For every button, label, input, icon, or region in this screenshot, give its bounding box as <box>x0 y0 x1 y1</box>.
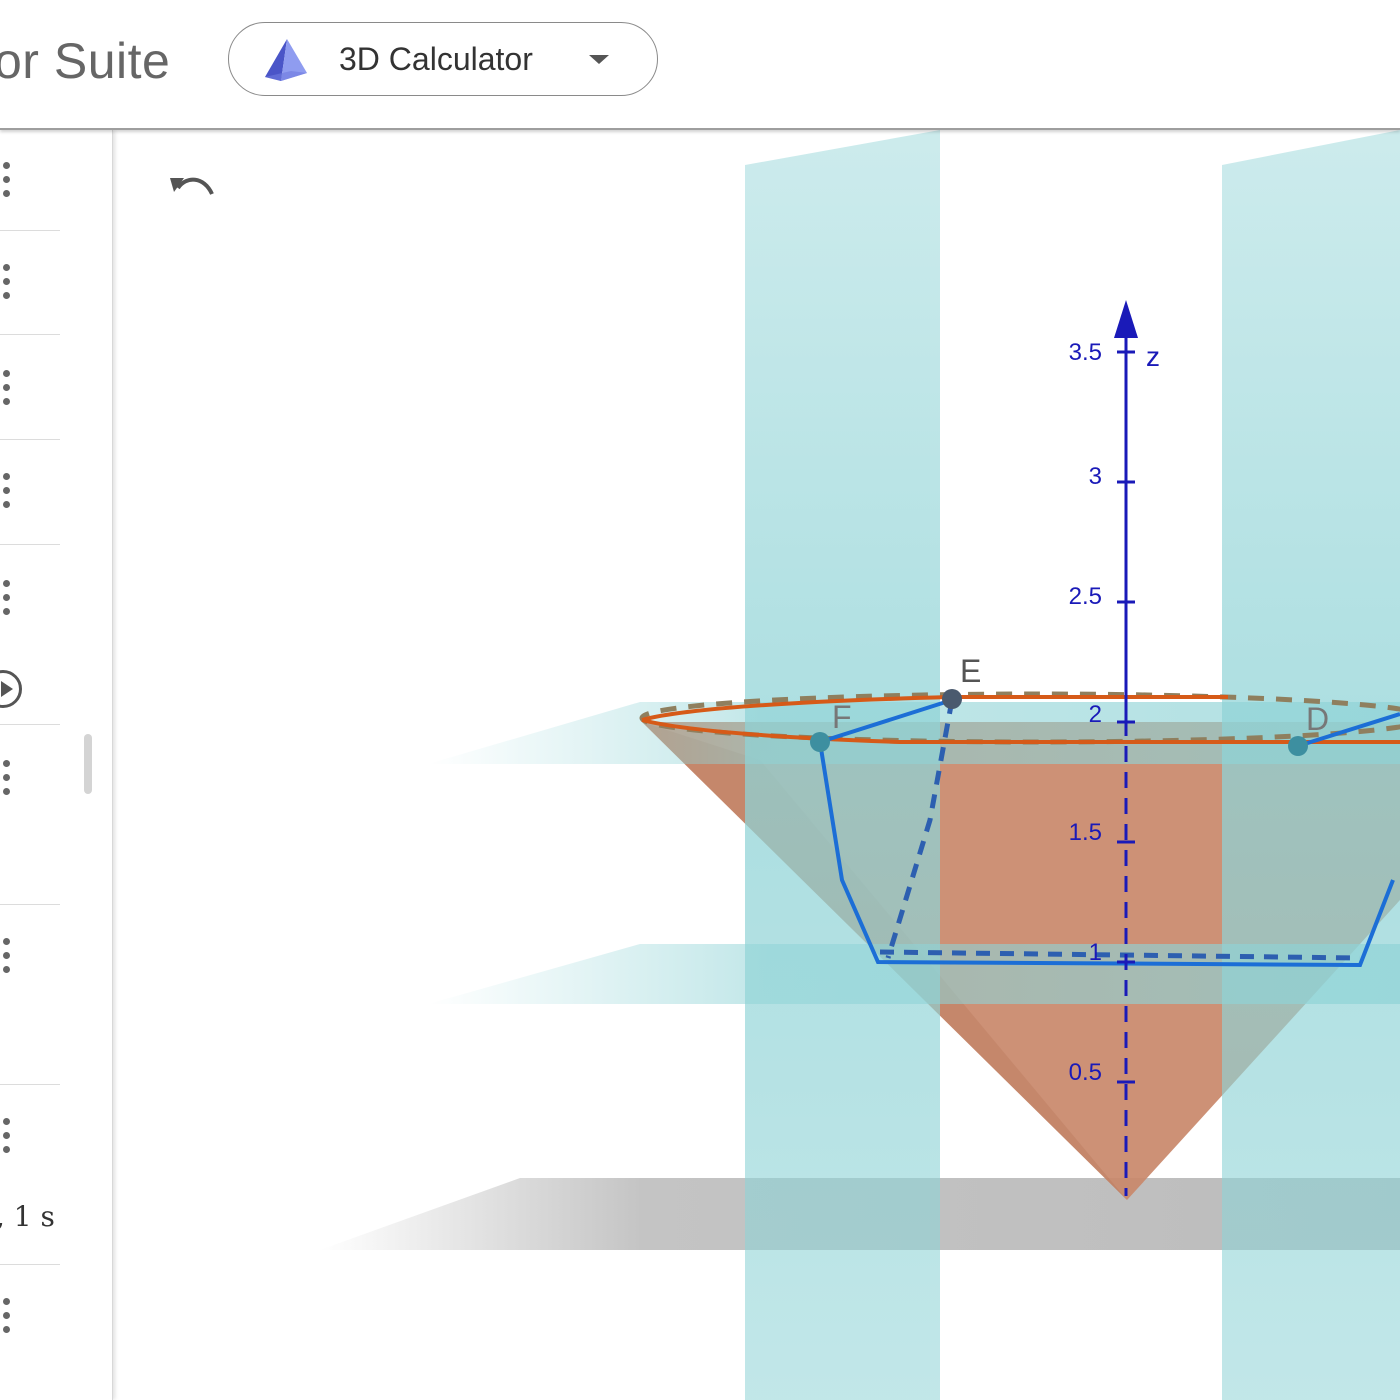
vertical-plane-left <box>745 130 940 1400</box>
point-e[interactable] <box>942 689 962 709</box>
z-tick-label: 1 <box>1089 939 1102 966</box>
algebra-row[interactable] <box>0 1084 60 1265</box>
algebra-row[interactable] <box>0 334 60 440</box>
more-vert-icon[interactable] <box>0 264 14 300</box>
algebra-row[interactable] <box>0 724 60 905</box>
chevron-down-icon <box>589 55 609 64</box>
graphics-3d-view[interactable]: 0.5 1 1.5 2 2.5 3 3.5 z E F D <box>0 0 1400 1400</box>
z-tick-label: 3.5 <box>1069 339 1102 366</box>
algebra-row[interactable] <box>0 130 60 231</box>
more-vert-icon[interactable] <box>0 1118 14 1154</box>
z-tick-label: 1.5 <box>1069 819 1102 846</box>
algebra-row-text: , 1 s <box>0 1200 55 1233</box>
algebra-row[interactable] <box>0 439 60 545</box>
z-tick-label: 0.5 <box>1069 1059 1102 1086</box>
more-vert-icon[interactable] <box>0 1298 14 1334</box>
app-switcher-dropdown[interactable]: 3D Calculator <box>228 22 658 96</box>
app-title: or Suite <box>0 33 171 89</box>
more-vert-icon[interactable] <box>0 473 14 509</box>
point-f[interactable] <box>810 732 830 752</box>
algebra-row[interactable] <box>0 1264 60 1400</box>
vertical-plane-right <box>1222 130 1400 1400</box>
point-label-f: F <box>832 699 852 735</box>
point-d[interactable] <box>1288 736 1308 756</box>
z-axis-label: z <box>1146 341 1160 372</box>
more-vert-icon[interactable] <box>0 580 14 616</box>
undo-icon[interactable] <box>168 172 218 208</box>
point-label-d: D <box>1306 701 1329 737</box>
more-vert-icon[interactable] <box>0 938 14 974</box>
pyramid-icon <box>265 39 307 81</box>
algebra-row[interactable] <box>0 230 60 335</box>
algebra-row[interactable] <box>0 904 60 1085</box>
algebra-view: , 1 s <box>0 130 113 1400</box>
more-vert-icon[interactable] <box>0 760 14 796</box>
z-axis-arrow <box>1114 300 1138 338</box>
app-switcher-label: 3D Calculator <box>339 41 533 77</box>
z-tick-label: 2 <box>1089 701 1102 728</box>
app-header: or Suite 3D Calculator <box>0 0 1400 130</box>
panel-resize-handle[interactable] <box>84 734 92 794</box>
more-vert-icon[interactable] <box>0 162 14 198</box>
point-label-e: E <box>960 653 981 689</box>
more-vert-icon[interactable] <box>0 370 14 406</box>
z-tick-label: 3 <box>1089 463 1102 490</box>
z-tick-label: 2.5 <box>1069 583 1102 610</box>
